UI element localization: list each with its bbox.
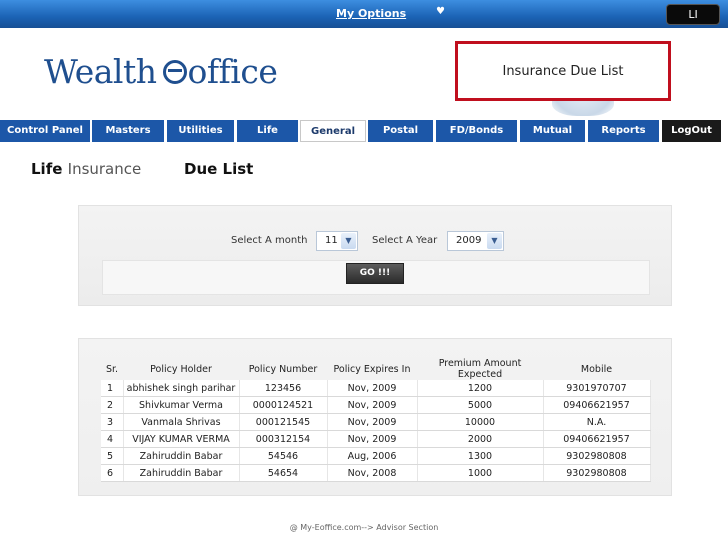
chevron-down-icon[interactable]: ▼ [341, 233, 356, 249]
cell-expires: Nov, 2008 [327, 464, 418, 482]
cell-policy-holder: Shivkumar Verma [123, 396, 240, 414]
logo-word-wealth: Wealth [44, 52, 157, 91]
table-row: 5 Zahiruddin Babar 54546 Aug, 2006 1300 … [101, 447, 651, 465]
cell-sr: 6 [101, 464, 124, 482]
page-title-box: Insurance Due List [455, 41, 671, 101]
cell-premium: 2000 [417, 430, 544, 448]
heading-due-list: Due List [184, 160, 254, 178]
header-mobile: Mobile [580, 363, 613, 375]
header-policy-holder: Policy Holder [150, 363, 212, 375]
year-value: 2009 [456, 235, 482, 246]
cell-premium: 1200 [417, 380, 544, 397]
tab-general[interactable]: General [300, 120, 366, 142]
year-select[interactable]: 2009 ▼ [447, 231, 504, 251]
cell-sr: 4 [101, 430, 124, 448]
chevron-down-icon[interactable]: ▼ [487, 233, 502, 249]
tab-control-panel[interactable]: Control Panel [0, 120, 91, 142]
tab-postal[interactable]: Postal [368, 120, 434, 142]
heading-life-insurance: Life Insurance [31, 160, 141, 178]
header-premium-amount: Premium Amount Expected [438, 358, 522, 380]
cell-expires: Aug, 2006 [327, 447, 418, 465]
cell-premium: 1300 [417, 447, 544, 465]
tab-reports[interactable]: Reports [588, 120, 660, 142]
go-button[interactable]: GO !!! [346, 263, 404, 284]
month-value: 11 [325, 235, 338, 246]
tab-logout[interactable]: LogOut [662, 120, 722, 142]
heading-insurance: Insurance [67, 160, 142, 178]
due-list-table: Sr. Policy Holder Policy Number Policy E… [101, 358, 651, 482]
page-title: Insurance Due List [502, 64, 624, 79]
cell-expires: Nov, 2009 [327, 430, 418, 448]
cell-policy-holder: Zahiruddin Babar [123, 464, 240, 482]
cell-policy-holder: Zahiruddin Babar [123, 447, 240, 465]
year-label: Select A Year [372, 235, 438, 246]
wealth-eoffice-logo: Wealth office [44, 52, 278, 91]
tab-mutual[interactable]: Mutual [520, 120, 586, 142]
cell-policy-number: 123456 [239, 380, 328, 397]
cell-premium: 1000 [417, 464, 544, 482]
cell-mobile: N.A. [543, 413, 651, 431]
my-options-link[interactable]: My Options [336, 7, 406, 20]
heading-life: Life [31, 160, 63, 178]
month-select[interactable]: 11 ▼ [316, 231, 358, 251]
table-header-row: Sr. Policy Holder Policy Number Policy E… [101, 358, 650, 380]
table-row: 1 abhishek singh parihar 123456 Nov, 200… [101, 380, 651, 397]
cell-mobile: 09406621957 [543, 396, 651, 414]
logo-word-office: office [187, 52, 278, 91]
cell-sr: 1 [101, 380, 124, 397]
footer-text: @ My-Eoffice.com--> Advisor Section [289, 523, 439, 532]
header-sr: Sr. [105, 363, 119, 375]
heart-icon[interactable]: ♥ [436, 6, 445, 17]
header-policy-expires: Policy Expires In [333, 363, 411, 375]
table-row: 4 VIJAY KUMAR VERMA 000312154 Nov, 2009 … [101, 430, 651, 448]
cell-sr: 2 [101, 396, 124, 414]
cell-mobile: 09406621957 [543, 430, 651, 448]
header-policy-number: Policy Number [248, 363, 318, 375]
main-nav: Control Panel Masters Utilities Life Gen… [0, 120, 728, 142]
tab-masters[interactable]: Masters [92, 120, 165, 142]
top-bar: My Options ♥ LI [0, 0, 728, 28]
tab-life[interactable]: Life [237, 120, 299, 142]
cell-sr: 3 [101, 413, 124, 431]
cell-policy-number: 54654 [239, 464, 328, 482]
tab-fd-bonds[interactable]: FD/Bonds [436, 120, 518, 142]
cell-policy-number: 54546 [239, 447, 328, 465]
cell-policy-number: 000121545 [239, 413, 328, 431]
cell-expires: Nov, 2009 [327, 413, 418, 431]
month-label: Select A month [231, 235, 308, 246]
logo-e-icon [162, 60, 187, 84]
cell-expires: Nov, 2009 [327, 396, 418, 414]
slide-number-badge: LI [666, 4, 720, 25]
table-row: 3 Vanmala Shrivas 000121545 Nov, 2009 10… [101, 413, 651, 431]
cell-policy-number: 000312154 [239, 430, 328, 448]
tab-utilities[interactable]: Utilities [167, 120, 235, 142]
cell-sr: 5 [101, 447, 124, 465]
cell-policy-number: 0000124521 [239, 396, 328, 414]
cell-expires: Nov, 2009 [327, 380, 418, 397]
cell-policy-holder: Vanmala Shrivas [123, 413, 240, 431]
cell-mobile: 9302980808 [543, 447, 651, 465]
table-row: 2 Shivkumar Verma 0000124521 Nov, 2009 5… [101, 396, 651, 414]
cell-policy-holder: abhishek singh parihar [123, 380, 240, 397]
cell-premium: 5000 [417, 396, 544, 414]
cell-premium: 10000 [417, 413, 544, 431]
table-row: 6 Zahiruddin Babar 54654 Nov, 2008 1000 … [101, 464, 651, 482]
cell-policy-holder: VIJAY KUMAR VERMA [123, 430, 240, 448]
cell-mobile: 9301970707 [543, 380, 651, 397]
filter-panel [78, 205, 672, 306]
cell-mobile: 9302980808 [543, 464, 651, 482]
